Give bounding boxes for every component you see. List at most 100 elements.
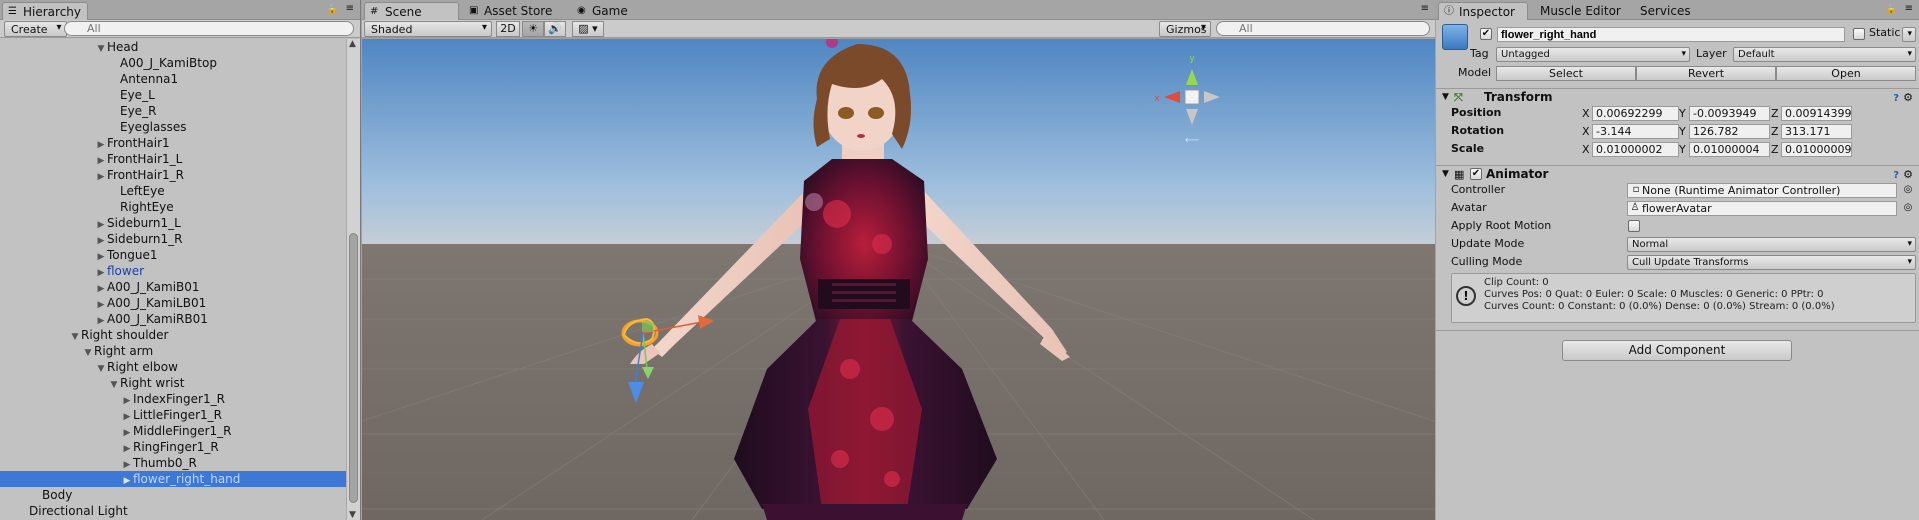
object-picker-icon[interactable]: ◎	[1902, 202, 1914, 214]
help-icon[interactable]: ?	[1893, 167, 1899, 184]
apply-root-motion-checkbox[interactable]	[1628, 220, 1640, 232]
hierarchy-item[interactable]: Eye_R	[0, 103, 346, 119]
tab-game[interactable]: ◉ Game	[572, 2, 636, 20]
transform-rotation-z-field[interactable]: 313.171	[1781, 124, 1852, 139]
transform-rotation-x-field[interactable]: -3.144	[1592, 124, 1679, 139]
gizmos-dropdown[interactable]: Gizmos	[1159, 21, 1211, 37]
hierarchy-item[interactable]: ▶ FrontHair1	[0, 135, 346, 151]
hierarchy-item[interactable]: ▼ Right wrist	[0, 375, 346, 391]
hierarchy-item[interactable]: ▶ FrontHair1_L	[0, 151, 346, 167]
hierarchy-item[interactable]: ▶ LittleFinger1_R	[0, 407, 346, 423]
lock-icon[interactable]: 🔒	[1886, 5, 1897, 15]
lock-icon[interactable]: 🔒	[327, 5, 338, 15]
hierarchy-item[interactable]: Body	[0, 487, 346, 503]
hierarchy-item[interactable]: ▶ flower	[0, 263, 346, 279]
hierarchy-scrollbar[interactable]: ▲ ▼	[346, 39, 360, 520]
axis-x-label[interactable]: X	[1582, 124, 1592, 139]
hierarchy-item[interactable]: ▶ A00_J_KamiRB01	[0, 311, 346, 327]
tag-dropdown[interactable]: Untagged	[1496, 47, 1690, 62]
scroll-up-icon[interactable]: ▲	[349, 39, 356, 49]
add-component-button[interactable]: Add Component	[1562, 340, 1792, 361]
foldout-arrow-icon[interactable]: ▼	[1442, 166, 1449, 183]
axis-y-label[interactable]: Y	[1679, 124, 1689, 139]
hierarchy-item[interactable]: ▶ flower_right_hand	[0, 471, 346, 487]
object-name-field[interactable]	[1497, 27, 1845, 42]
controller-field[interactable]: None (Runtime Animator Controller)	[1627, 183, 1897, 198]
hierarchy-item[interactable]: ▶ A00_J_KamiLB01	[0, 295, 346, 311]
axis-z-label[interactable]: Z	[1771, 124, 1781, 139]
foldout-arrow-icon[interactable]: ▼	[1442, 89, 1449, 106]
hierarchy-item[interactable]: ▼ Right shoulder	[0, 327, 346, 343]
scrollbar-thumb[interactable]	[349, 233, 358, 503]
axis-z-label[interactable]: Z	[1771, 142, 1781, 157]
layer-dropdown[interactable]: Default	[1733, 47, 1916, 62]
transform-scale-z-field[interactable]: 0.01000009	[1781, 142, 1852, 157]
2d-toggle[interactable]: 2D	[496, 21, 520, 37]
model-select-button[interactable]: Select	[1496, 66, 1636, 81]
active-checkbox[interactable]: ✔	[1480, 28, 1492, 40]
tab-asset-store[interactable]: ▣ Asset Store	[464, 2, 560, 20]
avatar-field[interactable]: flowerAvatar	[1627, 201, 1897, 216]
axis-z-label[interactable]: Z	[1771, 106, 1781, 121]
hierarchy-item[interactable]: Eyeglasses	[0, 119, 346, 135]
transform-rotation-y-field[interactable]: 126.782	[1689, 124, 1770, 139]
shading-mode-dropdown[interactable]: Shaded	[364, 21, 492, 37]
hierarchy-item[interactable]: ▶ Sideburn1_L	[0, 215, 346, 231]
animator-header[interactable]: ▼ ▦ ✔ Animator ? ⚙	[1436, 165, 1919, 182]
transform-header[interactable]: ▼ ⤧ Transform ? ⚙	[1436, 88, 1919, 105]
transform-position-x-field[interactable]: 0.00692299	[1592, 106, 1679, 121]
tab-inspector[interactable]: ⓘ Inspector	[1438, 2, 1528, 20]
axis-x-label[interactable]: X	[1582, 106, 1592, 121]
panel-menu-icon[interactable]: ≡	[1421, 3, 1429, 14]
effects-dropdown-icon[interactable]: ▨ ▾	[572, 21, 604, 37]
hierarchy-item[interactable]: Antenna1	[0, 71, 346, 87]
animator-enabled-checkbox[interactable]: ✔	[1470, 168, 1482, 180]
hierarchy-item[interactable]: Eye_L	[0, 87, 346, 103]
axis-y-label[interactable]: Y	[1679, 106, 1689, 121]
lighting-toggle-icon[interactable]: ☀	[522, 21, 544, 37]
hierarchy-item[interactable]: RightEye	[0, 199, 346, 215]
hierarchy-item[interactable]: ▼ Right elbow	[0, 359, 346, 375]
scene-search-input[interactable]	[1216, 21, 1430, 36]
axis-y-label[interactable]: Y	[1679, 142, 1689, 157]
hierarchy-item[interactable]: ▶ RingFinger1_R	[0, 439, 346, 455]
tab-services[interactable]: Services	[1632, 2, 1699, 20]
hierarchy-item[interactable]: ▼ Right arm	[0, 343, 346, 359]
transform-scale-x-field[interactable]: 0.01000002	[1592, 142, 1679, 157]
hierarchy-item[interactable]: ▶ FrontHair1_R	[0, 167, 346, 183]
culling-mode-dropdown[interactable]: Cull Update Transforms	[1627, 255, 1916, 270]
settings-gear-icon[interactable]: ⚙	[1903, 89, 1913, 106]
hierarchy-item[interactable]: LeftEye	[0, 183, 346, 199]
scene-viewport[interactable]: y x ⟵	[362, 39, 1435, 520]
model-open-button[interactable]: Open	[1776, 66, 1916, 81]
hierarchy-item[interactable]: ▶ Sideburn1_R	[0, 231, 346, 247]
object-picker-icon[interactable]: ◎	[1902, 184, 1914, 196]
create-dropdown[interactable]: Create	[4, 21, 67, 37]
scroll-down-icon[interactable]: ▼	[349, 510, 356, 520]
settings-gear-icon[interactable]: ⚙	[1903, 166, 1913, 183]
hierarchy-item[interactable]: ▶ Tongue1	[0, 247, 346, 263]
transform-scale-y-field[interactable]: 0.01000004	[1689, 142, 1770, 157]
hierarchy-item[interactable]: ▶ Thumb0_R	[0, 455, 346, 471]
tab-scene[interactable]: # Scene	[364, 2, 459, 20]
hierarchy-search-input[interactable]	[64, 21, 354, 36]
transform-position-y-field[interactable]: -0.0093949	[1689, 106, 1770, 121]
hierarchy-item[interactable]: A00_J_KamiBtop	[0, 55, 346, 71]
audio-toggle-icon[interactable]: 🔊	[544, 21, 566, 37]
tab-muscle-editor[interactable]: Muscle Editor	[1532, 2, 1629, 20]
hierarchy-item[interactable]: ▶ MiddleFinger1_R	[0, 423, 346, 439]
hierarchy-item[interactable]: ▼ Head	[0, 39, 346, 55]
panel-menu-icon[interactable]: ≡	[1905, 3, 1913, 14]
static-checkbox[interactable]	[1853, 28, 1865, 40]
panel-menu-icon[interactable]: ≡	[346, 3, 354, 14]
model-revert-button[interactable]: Revert	[1636, 66, 1776, 81]
help-icon[interactable]: ?	[1893, 90, 1899, 107]
hierarchy-item[interactable]: ▶ A00_J_KamiB01	[0, 279, 346, 295]
update-mode-dropdown[interactable]: Normal	[1627, 237, 1916, 252]
axis-x-label[interactable]: X	[1582, 142, 1592, 157]
transform-position-z-field[interactable]: 0.00914399	[1781, 106, 1852, 121]
static-dropdown[interactable]	[1902, 27, 1916, 42]
tab-hierarchy[interactable]: ☰ Hierarchy	[2, 2, 88, 20]
hierarchy-item[interactable]: Directional Light	[0, 503, 346, 519]
hierarchy-item[interactable]: ▶ IndexFinger1_R	[0, 391, 346, 407]
